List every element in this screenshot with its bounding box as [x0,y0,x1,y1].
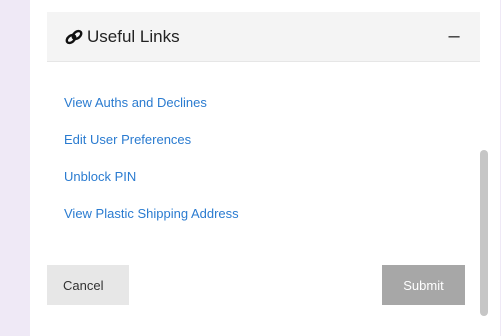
scrollbar-thumb[interactable] [480,150,488,316]
link-view-auths-and-declines[interactable]: View Auths and Declines [64,95,239,111]
link-edit-user-preferences[interactable]: Edit User Preferences [64,132,239,148]
collapse-button[interactable]: – [442,22,466,50]
link-view-plastic-shipping-address[interactable]: View Plastic Shipping Address [64,206,239,222]
cancel-button[interactable]: Cancel [47,265,129,305]
link-icon [64,28,84,46]
panel-title: Useful Links [87,27,180,46]
panel-header: Useful Links – [47,12,480,62]
link-unblock-pin[interactable]: Unblock PIN [64,169,239,185]
submit-button[interactable]: Submit [382,265,465,305]
links-list: View Auths and Declines Edit User Prefer… [64,95,239,243]
useful-links-panel: Useful Links – View Auths and Declines E… [30,0,500,336]
